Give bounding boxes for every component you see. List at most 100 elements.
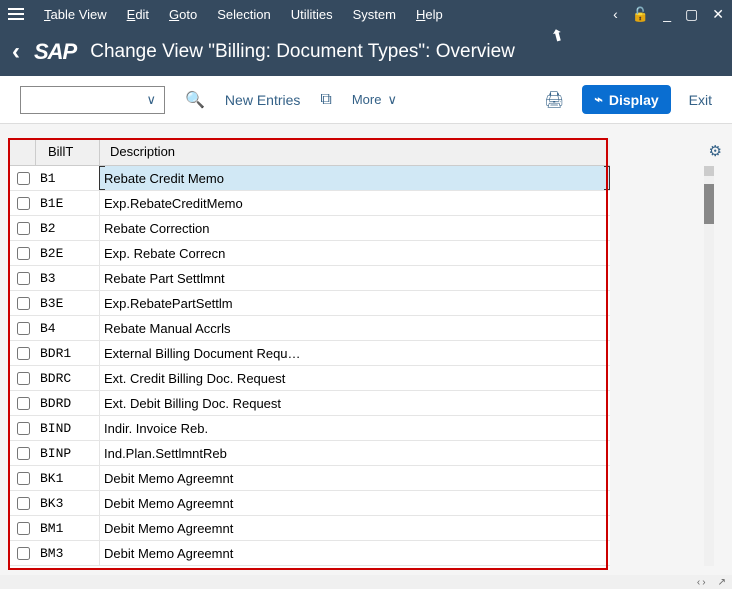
row-checkbox[interactable] — [17, 197, 30, 210]
toolbar: ∨ 🔍 New Entries ⧉ More ∨ 🖨 ⌁ Display Exi… — [0, 76, 732, 124]
row-checkbox[interactable] — [17, 297, 30, 310]
more-menu[interactable]: More ∨ — [352, 92, 397, 108]
scroll-right-icon[interactable]: › — [702, 577, 705, 588]
row-checkbox[interactable] — [17, 272, 30, 285]
new-entries-button[interactable]: New Entries — [225, 92, 300, 108]
lock-open-icon[interactable]: 🔓 — [632, 6, 649, 23]
cell-description[interactable]: Exp.RebatePartSettlm — [100, 291, 610, 315]
row-checkbox[interactable] — [17, 397, 30, 410]
cell-description[interactable]: Rebate Credit Memo — [100, 166, 610, 190]
cell-description[interactable]: Ext. Credit Billing Doc. Request — [100, 366, 610, 390]
vertical-scrollbar[interactable] — [704, 166, 714, 566]
search-icon[interactable]: 🔍 — [185, 90, 205, 110]
maximize-icon[interactable]: ▢ — [685, 6, 698, 23]
row-checkbox[interactable] — [17, 347, 30, 360]
row-checkbox[interactable] — [17, 322, 30, 335]
cell-billt[interactable]: BDRC — [36, 366, 100, 390]
table-row[interactable]: B2EExp. Rebate Correcn — [10, 241, 610, 266]
sap-logo: SAP — [34, 39, 76, 65]
cell-description[interactable]: Debit Memo Agreemnt — [100, 466, 610, 490]
display-button[interactable]: ⌁ Display — [582, 85, 670, 114]
minimize-icon[interactable]: _ — [663, 6, 671, 22]
col-billt[interactable]: BillT — [36, 138, 100, 165]
menu-selection[interactable]: Selection — [217, 7, 270, 22]
menu-hamburger-icon[interactable] — [8, 8, 24, 20]
prev-icon[interactable]: ‹ — [613, 6, 618, 22]
cell-billt[interactable]: B4 — [36, 316, 100, 340]
table-row[interactable]: BDRDExt. Debit Billing Doc. Request — [10, 391, 610, 416]
cell-billt[interactable]: BK3 — [36, 491, 100, 515]
cell-billt[interactable]: BIND — [36, 416, 100, 440]
table-row[interactable]: BINDIndir. Invoice Reb. — [10, 416, 610, 441]
cell-billt[interactable]: BDRD — [36, 391, 100, 415]
col-description[interactable]: Description — [100, 138, 610, 165]
table-row[interactable]: BINPInd.Plan.SettlmntReb — [10, 441, 610, 466]
cell-billt[interactable]: BM1 — [36, 516, 100, 540]
row-checkbox[interactable] — [17, 222, 30, 235]
menu-goto[interactable]: Goto — [169, 7, 197, 22]
cell-description[interactable]: Rebate Correction — [100, 216, 610, 240]
row-checkbox[interactable] — [17, 422, 30, 435]
table-row[interactable]: BK3Debit Memo Agreemnt — [10, 491, 610, 516]
cell-description[interactable]: Exp.RebateCreditMemo — [100, 191, 610, 215]
scroll-left-icon[interactable]: ‹ — [697, 577, 700, 588]
page-title: Change View "Billing: Document Types": O… — [90, 41, 515, 63]
chevron-down-icon: ∨ — [387, 92, 397, 108]
menubar: Table View Edit Goto Selection Utilities… — [0, 0, 732, 28]
menu-table-view[interactable]: Table View — [44, 7, 107, 22]
cell-billt[interactable]: B2E — [36, 241, 100, 265]
cell-description[interactable]: Ind.Plan.SettlmntReb — [100, 441, 610, 465]
table-row[interactable]: BK1Debit Memo Agreemnt — [10, 466, 610, 491]
row-checkbox[interactable] — [17, 547, 30, 560]
cell-billt[interactable]: BM3 — [36, 541, 100, 565]
table-row[interactable]: B1EExp.RebateCreditMemo — [10, 191, 610, 216]
gear-icon[interactable]: ⚙ — [709, 142, 722, 160]
copy-icon[interactable]: ⧉ — [320, 91, 331, 109]
exit-button[interactable]: Exit — [689, 92, 712, 108]
row-checkbox[interactable] — [17, 172, 30, 185]
row-checkbox[interactable] — [17, 372, 30, 385]
command-field[interactable]: ∨ — [20, 86, 165, 114]
table-row[interactable]: BM1Debit Memo Agreemnt — [10, 516, 610, 541]
cell-description[interactable]: Debit Memo Agreemnt — [100, 516, 610, 540]
expand-icon[interactable]: ↗ — [718, 577, 726, 588]
table-row[interactable]: B3Rebate Part Settlmnt — [10, 266, 610, 291]
table-row[interactable]: B2Rebate Correction — [10, 216, 610, 241]
cell-description[interactable]: Rebate Manual Accrls — [100, 316, 610, 340]
cell-description[interactable]: Indir. Invoice Reb. — [100, 416, 610, 440]
table-row[interactable]: B1Rebate Credit Memo — [10, 166, 610, 191]
back-button[interactable]: ‹ — [12, 38, 20, 66]
cell-billt[interactable]: B1 — [36, 166, 100, 190]
cell-billt[interactable]: B1E — [36, 191, 100, 215]
close-icon[interactable]: ✕ — [712, 6, 724, 23]
cell-billt[interactable]: B3 — [36, 266, 100, 290]
cell-billt[interactable]: BDR1 — [36, 341, 100, 365]
cell-description[interactable]: Ext. Debit Billing Doc. Request — [100, 391, 610, 415]
row-checkbox[interactable] — [17, 497, 30, 510]
col-select[interactable] — [10, 138, 36, 165]
cell-description[interactable]: Rebate Part Settlmnt — [100, 266, 610, 290]
cell-billt[interactable]: BK1 — [36, 466, 100, 490]
row-checkbox[interactable] — [17, 522, 30, 535]
print-icon[interactable]: 🖨 — [544, 90, 564, 110]
table-row[interactable]: BDRCExt. Credit Billing Doc. Request — [10, 366, 610, 391]
table-header: BillT Description — [10, 138, 610, 166]
row-checkbox[interactable] — [17, 447, 30, 460]
cell-description[interactable]: External Billing Document Requ… — [100, 341, 610, 365]
cell-billt[interactable]: B3E — [36, 291, 100, 315]
cell-billt[interactable]: BINP — [36, 441, 100, 465]
cell-billt[interactable]: B2 — [36, 216, 100, 240]
cell-description[interactable]: Exp. Rebate Correcn — [100, 241, 610, 265]
table-row[interactable]: BM3Debit Memo Agreemnt — [10, 541, 610, 566]
row-checkbox[interactable] — [17, 472, 30, 485]
table-row[interactable]: B4Rebate Manual Accrls — [10, 316, 610, 341]
cell-description[interactable]: Debit Memo Agreemnt — [100, 491, 610, 515]
table-row[interactable]: BDR1External Billing Document Requ… — [10, 341, 610, 366]
menu-system[interactable]: System — [353, 7, 396, 22]
menu-utilities[interactable]: Utilities — [291, 7, 333, 22]
row-checkbox[interactable] — [17, 247, 30, 260]
cell-description[interactable]: Debit Memo Agreemnt — [100, 541, 610, 565]
menu-edit[interactable]: Edit — [127, 7, 149, 22]
table-row[interactable]: B3EExp.RebatePartSettlm — [10, 291, 610, 316]
menu-help[interactable]: Help — [416, 7, 443, 22]
